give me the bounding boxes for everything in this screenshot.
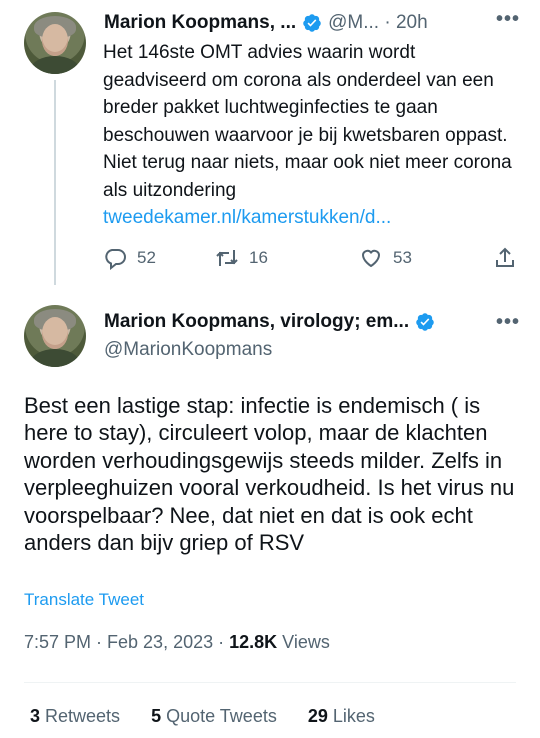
reply-tweet-text: Het 146ste OMT advies waarin wordt geadv… [103,42,512,228]
retweets-stat[interactable]: 3 Retweets [30,706,120,726]
timestamp[interactable]: 7:57 PM · Feb 23, 2023 · [24,632,229,652]
main-header: Marion Koopmans, virology; em... @Marion… [104,311,435,361]
reply-actions: 52 16 53 [103,246,523,274]
author-name[interactable]: Marion Koopmans, virology; em... [104,311,409,333]
reply-button[interactable]: 52 [103,246,156,270]
tweet-link[interactable]: tweedekamer.nl/kamerstukken/d... [103,207,391,228]
avatar[interactable] [24,12,86,74]
main-tweet-text: Best een lastige stap: infectie is endem… [24,393,515,556]
handle[interactable]: @MarionKoopmans [104,339,435,361]
reply-header: Marion Koopmans, ... @M... · 20h [104,12,428,34]
share-button[interactable] [493,246,527,270]
reply-icon [105,249,126,270]
retweet-button[interactable]: 16 [215,246,268,270]
verified-badge-icon [416,313,434,331]
verified-badge-icon [303,14,321,32]
retweet-icon [216,250,238,266]
tweet-meta: 7:57 PM · Feb 23, 2023 · 12.8K Views [24,632,330,653]
views-label: Views [277,632,330,652]
like-icon [361,249,381,268]
avatar[interactable] [24,305,86,367]
quote-tweets-stat[interactable]: 5 Quote Tweets [151,706,277,726]
author-name[interactable]: Marion Koopmans, ... [104,12,296,34]
thread-line [54,80,56,285]
handle-time: @M... · 20h [328,12,428,33]
share-icon [496,247,514,267]
divider [24,682,516,683]
like-button[interactable]: 53 [359,246,412,270]
more-icon[interactable]: ••• [496,311,520,334]
likes-stat[interactable]: 29 Likes [308,706,375,726]
views-count: 12.8K [229,632,278,652]
translate-tweet-link[interactable]: Translate Tweet [24,590,144,610]
tweet-stats: 3 Retweets 5 Quote Tweets 29 Likes [30,706,401,727]
more-icon[interactable]: ••• [496,8,520,31]
